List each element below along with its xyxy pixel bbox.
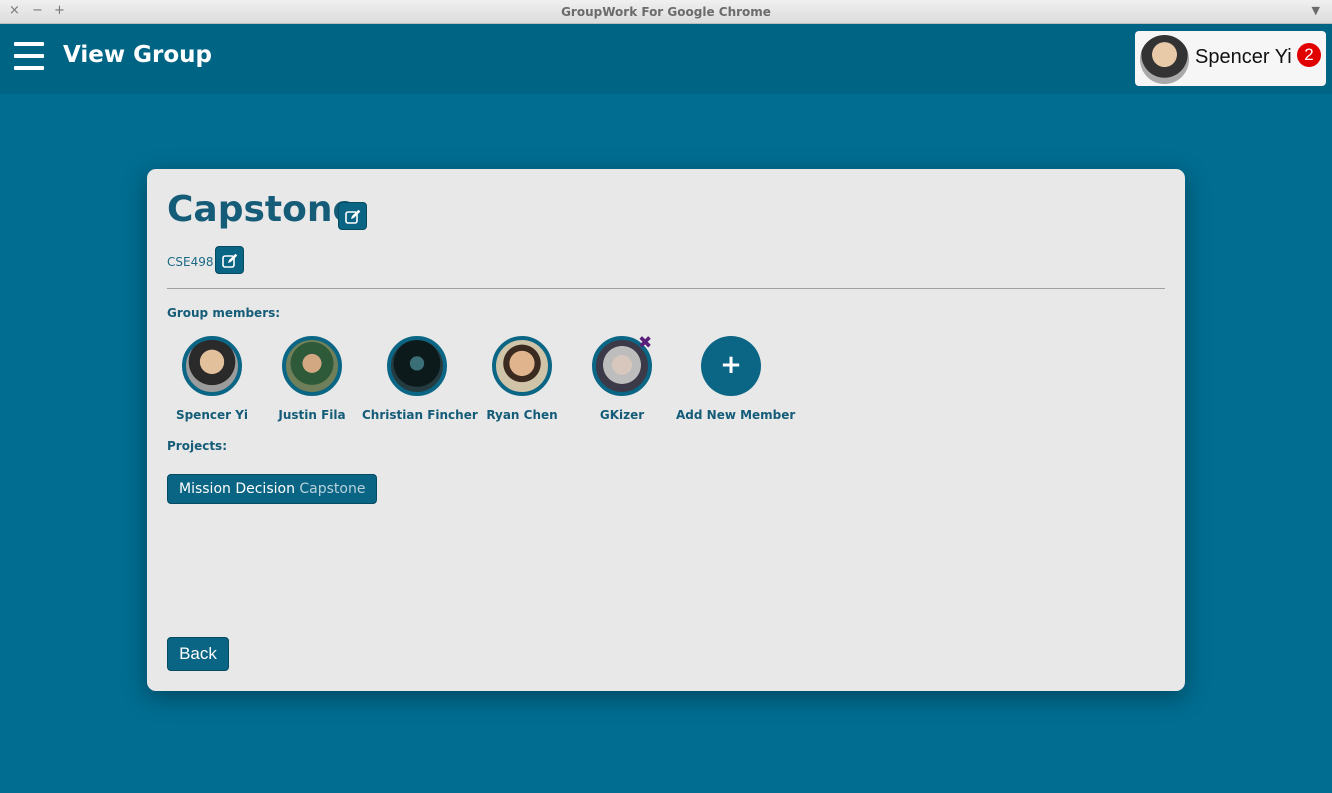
edit-course-button[interactable] (215, 246, 244, 274)
member-name: Justin Fila (278, 408, 346, 422)
avatar (387, 336, 447, 396)
window-title: GroupWork For Google Chrome (561, 5, 771, 19)
group-members-label: Group members: (167, 306, 281, 320)
member-christian-fincher[interactable]: Christian Fincher (362, 336, 478, 422)
page-title: View Group (63, 42, 212, 68)
member-ryan-chen[interactable]: Ryan Chen (467, 336, 577, 422)
group-name: Capstone (167, 189, 357, 230)
window-titlebar: × − + GroupWork For Google Chrome ▼ (0, 0, 1332, 24)
remove-member-icon[interactable]: ✖ (638, 333, 652, 353)
notification-badge[interactable]: 2 (1297, 43, 1321, 67)
edit-group-name-button[interactable] (338, 202, 367, 230)
avatar (282, 336, 342, 396)
member-spencer-yi[interactable]: Spencer Yi (157, 336, 267, 422)
member-name: Christian Fincher (362, 408, 478, 422)
avatar (182, 336, 242, 396)
member-name: Ryan Chen (486, 408, 558, 422)
plus-icon[interactable]: + (701, 336, 761, 396)
project-button-mission-decision[interactable]: Mission Decision Capstone (167, 474, 378, 504)
member-name: Spencer Yi (175, 408, 249, 422)
chevron-down-icon[interactable]: ▼ (1312, 4, 1320, 17)
add-new-member[interactable]: + Add New Member (676, 336, 796, 422)
project-name: Mission Decision (179, 481, 295, 497)
group-card: Capstone CSE498 Group members: Spencer Y… (147, 169, 1185, 691)
edit-icon (222, 253, 238, 268)
project-group: Capstone (299, 481, 366, 497)
projects-label: Projects: (167, 439, 227, 453)
user-name: Spencer Yi (1195, 46, 1292, 68)
member-justin-fila[interactable]: Justin Fila (257, 336, 367, 422)
add-member-label: Add New Member (676, 408, 796, 422)
avatar (1140, 35, 1189, 84)
back-button[interactable]: Back (167, 637, 229, 671)
member-gkizer[interactable]: GKizer ✖ (567, 333, 677, 422)
app-header: View Group Spencer Yi 2 (0, 24, 1332, 94)
course-code: CSE498 (167, 255, 214, 269)
edit-icon (345, 209, 361, 224)
divider (167, 288, 1165, 289)
user-profile-chip[interactable]: Spencer Yi 2 (1135, 31, 1326, 86)
avatar (492, 336, 552, 396)
hamburger-icon[interactable] (14, 42, 44, 72)
member-name: GKizer (599, 408, 645, 422)
